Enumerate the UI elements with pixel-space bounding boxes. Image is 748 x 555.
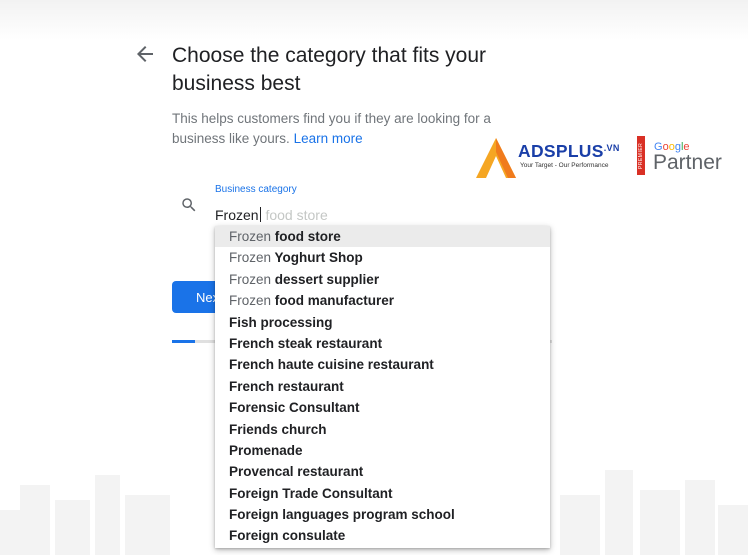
- suggestion-match-text: Frozen: [229, 293, 272, 309]
- suggestion-match-text: Frozen: [229, 250, 272, 266]
- suggestion-item[interactable]: Forensic Consultant: [215, 397, 550, 418]
- suggestion-text: dessert supplier: [271, 271, 380, 287]
- suggestion-item[interactable]: Frozen food store: [215, 226, 550, 248]
- back-arrow-icon[interactable]: [133, 42, 157, 66]
- adsplus-watermark: ADSPLUS.VN Your Target - Our Performance…: [474, 132, 726, 182]
- suggestion-item[interactable]: French haute cuisine restaurant: [215, 354, 550, 375]
- suggestion-text: Yoghurt Shop: [271, 250, 363, 266]
- partner-text: Partner: [653, 151, 722, 174]
- suggestion-text: food store: [271, 229, 341, 244]
- adsplus-logo-icon: [476, 138, 516, 178]
- business-category-input[interactable]: Frozen food store: [215, 205, 328, 225]
- suggestion-item[interactable]: Frozen dessert supplier: [215, 269, 550, 290]
- brand-tagline: Your Target - Our Performance: [520, 162, 609, 169]
- suggestion-text: Friends church: [229, 421, 327, 437]
- suggestion-item[interactable]: Foreign languages program school: [215, 504, 550, 525]
- suggestion-text: Forensic Consultant: [229, 400, 360, 416]
- search-icon: [182, 198, 196, 212]
- text-cursor: [259, 207, 261, 222]
- suggestion-text: French steak restaurant: [229, 335, 383, 351]
- business-category-label: Business category: [215, 184, 297, 195]
- suggestion-item[interactable]: Foreign Trade Consultant: [215, 483, 550, 504]
- suggestion-match-text: Frozen: [229, 271, 272, 287]
- suggestion-text: French haute cuisine restaurant: [229, 357, 434, 373]
- progress-fill: [172, 340, 195, 343]
- suggestion-text: Fish processing: [229, 314, 333, 330]
- premier-badge-text: PREMIER: [638, 142, 644, 169]
- brand-tld: .VN: [603, 143, 620, 153]
- autocomplete-hint: food store: [261, 207, 328, 223]
- brand-name: ADSPLUS.VN: [518, 141, 620, 162]
- typed-text: Frozen: [215, 207, 259, 223]
- suggestion-text: Provencal restaurant: [229, 464, 364, 480]
- suggestion-item[interactable]: French steak restaurant: [215, 333, 550, 354]
- suggestions-dropdown: Frozen food store Frozen Yoghurt Shop Froz…: [215, 226, 550, 548]
- suggestion-item[interactable]: Promenade: [215, 440, 550, 461]
- suggestion-item[interactable]: Fish processing: [215, 312, 550, 333]
- page-top-fade: [0, 0, 748, 40]
- suggestion-text: Foreign languages program school: [229, 507, 455, 523]
- learn-more-link[interactable]: Learn more: [294, 131, 363, 146]
- brand-name-text: ADSPLUS: [518, 141, 604, 161]
- suggestion-match-text: Frozen: [229, 229, 272, 244]
- suggestion-text: Foreign Trade Consultant: [229, 485, 393, 501]
- suggestion-item[interactable]: French restaurant: [215, 376, 550, 397]
- suggestion-item[interactable]: Provencal restaurant: [215, 461, 550, 482]
- page-title: Choose the category that fits your busin…: [172, 44, 487, 95]
- suggestion-text: French restaurant: [229, 378, 344, 394]
- suggestion-item[interactable]: Frozen food manufacturer: [215, 290, 550, 311]
- suggestion-text: food manufacturer: [271, 293, 395, 309]
- suggestion-item[interactable]: Friends church: [215, 419, 550, 440]
- suggestion-text: Promenade: [229, 442, 303, 458]
- suggestion-item[interactable]: Foreign consulate: [215, 525, 550, 546]
- suggestion-item[interactable]: Frozen Yoghurt Shop: [215, 247, 550, 268]
- suggestion-text: Foreign consulate: [229, 528, 346, 544]
